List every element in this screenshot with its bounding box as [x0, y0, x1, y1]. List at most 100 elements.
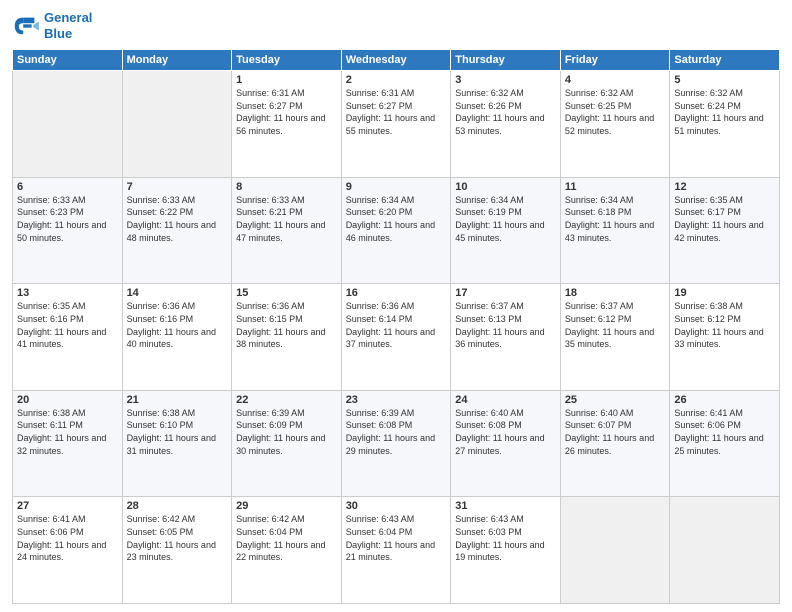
calendar-cell: 16Sunrise: 6:36 AMSunset: 6:14 PMDayligh… [341, 284, 451, 391]
day-info: Sunrise: 6:43 AMSunset: 6:03 PMDaylight:… [455, 513, 556, 563]
calendar-cell: 4Sunrise: 6:32 AMSunset: 6:25 PMDaylight… [560, 71, 670, 178]
calendar-cell: 15Sunrise: 6:36 AMSunset: 6:15 PMDayligh… [232, 284, 342, 391]
calendar-cell: 29Sunrise: 6:42 AMSunset: 6:04 PMDayligh… [232, 497, 342, 604]
day-info: Sunrise: 6:36 AMSunset: 6:15 PMDaylight:… [236, 300, 337, 350]
day-number: 18 [565, 287, 666, 299]
logo: GeneralBlue [12, 10, 92, 41]
day-number: 15 [236, 287, 337, 299]
calendar-cell: 28Sunrise: 6:42 AMSunset: 6:05 PMDayligh… [122, 497, 232, 604]
day-number: 4 [565, 74, 666, 86]
calendar-week-row: 6Sunrise: 6:33 AMSunset: 6:23 PMDaylight… [13, 177, 780, 284]
weekday-header-monday: Monday [122, 50, 232, 71]
logo-icon [12, 12, 40, 40]
day-number: 13 [17, 287, 118, 299]
day-number: 21 [127, 394, 228, 406]
calendar-week-row: 1Sunrise: 6:31 AMSunset: 6:27 PMDaylight… [13, 71, 780, 178]
day-info: Sunrise: 6:43 AMSunset: 6:04 PMDaylight:… [346, 513, 447, 563]
weekday-header-thursday: Thursday [451, 50, 561, 71]
calendar-cell: 20Sunrise: 6:38 AMSunset: 6:11 PMDayligh… [13, 390, 123, 497]
calendar-cell: 26Sunrise: 6:41 AMSunset: 6:06 PMDayligh… [670, 390, 780, 497]
day-info: Sunrise: 6:36 AMSunset: 6:14 PMDaylight:… [346, 300, 447, 350]
calendar-cell: 6Sunrise: 6:33 AMSunset: 6:23 PMDaylight… [13, 177, 123, 284]
day-info: Sunrise: 6:34 AMSunset: 6:18 PMDaylight:… [565, 194, 666, 244]
calendar-cell: 23Sunrise: 6:39 AMSunset: 6:08 PMDayligh… [341, 390, 451, 497]
day-number: 23 [346, 394, 447, 406]
day-number: 24 [455, 394, 556, 406]
day-info: Sunrise: 6:42 AMSunset: 6:04 PMDaylight:… [236, 513, 337, 563]
calendar-cell: 17Sunrise: 6:37 AMSunset: 6:13 PMDayligh… [451, 284, 561, 391]
day-info: Sunrise: 6:33 AMSunset: 6:22 PMDaylight:… [127, 194, 228, 244]
day-number: 1 [236, 74, 337, 86]
calendar-cell: 1Sunrise: 6:31 AMSunset: 6:27 PMDaylight… [232, 71, 342, 178]
calendar-table: SundayMondayTuesdayWednesdayThursdayFrid… [12, 49, 780, 604]
calendar-cell: 7Sunrise: 6:33 AMSunset: 6:22 PMDaylight… [122, 177, 232, 284]
weekday-header-sunday: Sunday [13, 50, 123, 71]
day-number: 8 [236, 181, 337, 193]
day-info: Sunrise: 6:32 AMSunset: 6:24 PMDaylight:… [674, 87, 775, 137]
calendar-cell: 25Sunrise: 6:40 AMSunset: 6:07 PMDayligh… [560, 390, 670, 497]
day-number: 9 [346, 181, 447, 193]
logo-text: GeneralBlue [44, 10, 92, 41]
day-number: 31 [455, 500, 556, 512]
day-number: 29 [236, 500, 337, 512]
calendar-cell: 14Sunrise: 6:36 AMSunset: 6:16 PMDayligh… [122, 284, 232, 391]
calendar-cell: 22Sunrise: 6:39 AMSunset: 6:09 PMDayligh… [232, 390, 342, 497]
calendar-cell: 19Sunrise: 6:38 AMSunset: 6:12 PMDayligh… [670, 284, 780, 391]
day-number: 16 [346, 287, 447, 299]
page-container: GeneralBlue SundayMondayTuesdayWednesday… [0, 0, 792, 612]
day-number: 17 [455, 287, 556, 299]
day-info: Sunrise: 6:36 AMSunset: 6:16 PMDaylight:… [127, 300, 228, 350]
day-info: Sunrise: 6:37 AMSunset: 6:13 PMDaylight:… [455, 300, 556, 350]
day-info: Sunrise: 6:41 AMSunset: 6:06 PMDaylight:… [17, 513, 118, 563]
calendar-cell: 3Sunrise: 6:32 AMSunset: 6:26 PMDaylight… [451, 71, 561, 178]
calendar-cell [560, 497, 670, 604]
calendar-cell: 2Sunrise: 6:31 AMSunset: 6:27 PMDaylight… [341, 71, 451, 178]
day-number: 20 [17, 394, 118, 406]
calendar-cell: 18Sunrise: 6:37 AMSunset: 6:12 PMDayligh… [560, 284, 670, 391]
calendar-cell: 10Sunrise: 6:34 AMSunset: 6:19 PMDayligh… [451, 177, 561, 284]
day-number: 2 [346, 74, 447, 86]
day-number: 28 [127, 500, 228, 512]
calendar-cell: 31Sunrise: 6:43 AMSunset: 6:03 PMDayligh… [451, 497, 561, 604]
day-number: 5 [674, 74, 775, 86]
calendar-cell: 21Sunrise: 6:38 AMSunset: 6:10 PMDayligh… [122, 390, 232, 497]
day-number: 11 [565, 181, 666, 193]
weekday-header-saturday: Saturday [670, 50, 780, 71]
day-number: 22 [236, 394, 337, 406]
calendar-week-row: 27Sunrise: 6:41 AMSunset: 6:06 PMDayligh… [13, 497, 780, 604]
day-info: Sunrise: 6:31 AMSunset: 6:27 PMDaylight:… [236, 87, 337, 137]
day-info: Sunrise: 6:38 AMSunset: 6:11 PMDaylight:… [17, 407, 118, 457]
calendar-week-row: 13Sunrise: 6:35 AMSunset: 6:16 PMDayligh… [13, 284, 780, 391]
calendar-week-row: 20Sunrise: 6:38 AMSunset: 6:11 PMDayligh… [13, 390, 780, 497]
day-info: Sunrise: 6:38 AMSunset: 6:12 PMDaylight:… [674, 300, 775, 350]
day-number: 27 [17, 500, 118, 512]
day-info: Sunrise: 6:33 AMSunset: 6:21 PMDaylight:… [236, 194, 337, 244]
calendar-cell: 5Sunrise: 6:32 AMSunset: 6:24 PMDaylight… [670, 71, 780, 178]
weekday-header-wednesday: Wednesday [341, 50, 451, 71]
day-info: Sunrise: 6:37 AMSunset: 6:12 PMDaylight:… [565, 300, 666, 350]
calendar-cell: 12Sunrise: 6:35 AMSunset: 6:17 PMDayligh… [670, 177, 780, 284]
calendar-cell: 8Sunrise: 6:33 AMSunset: 6:21 PMDaylight… [232, 177, 342, 284]
day-info: Sunrise: 6:35 AMSunset: 6:16 PMDaylight:… [17, 300, 118, 350]
day-number: 25 [565, 394, 666, 406]
day-info: Sunrise: 6:42 AMSunset: 6:05 PMDaylight:… [127, 513, 228, 563]
weekday-header-row: SundayMondayTuesdayWednesdayThursdayFrid… [13, 50, 780, 71]
calendar-cell: 24Sunrise: 6:40 AMSunset: 6:08 PMDayligh… [451, 390, 561, 497]
day-number: 3 [455, 74, 556, 86]
day-info: Sunrise: 6:34 AMSunset: 6:19 PMDaylight:… [455, 194, 556, 244]
day-info: Sunrise: 6:31 AMSunset: 6:27 PMDaylight:… [346, 87, 447, 137]
calendar-cell: 13Sunrise: 6:35 AMSunset: 6:16 PMDayligh… [13, 284, 123, 391]
day-info: Sunrise: 6:40 AMSunset: 6:07 PMDaylight:… [565, 407, 666, 457]
weekday-header-tuesday: Tuesday [232, 50, 342, 71]
day-number: 10 [455, 181, 556, 193]
day-info: Sunrise: 6:32 AMSunset: 6:25 PMDaylight:… [565, 87, 666, 137]
day-number: 19 [674, 287, 775, 299]
day-number: 6 [17, 181, 118, 193]
day-info: Sunrise: 6:33 AMSunset: 6:23 PMDaylight:… [17, 194, 118, 244]
day-number: 14 [127, 287, 228, 299]
calendar-cell: 11Sunrise: 6:34 AMSunset: 6:18 PMDayligh… [560, 177, 670, 284]
day-info: Sunrise: 6:38 AMSunset: 6:10 PMDaylight:… [127, 407, 228, 457]
day-number: 12 [674, 181, 775, 193]
day-number: 7 [127, 181, 228, 193]
calendar-cell: 30Sunrise: 6:43 AMSunset: 6:04 PMDayligh… [341, 497, 451, 604]
